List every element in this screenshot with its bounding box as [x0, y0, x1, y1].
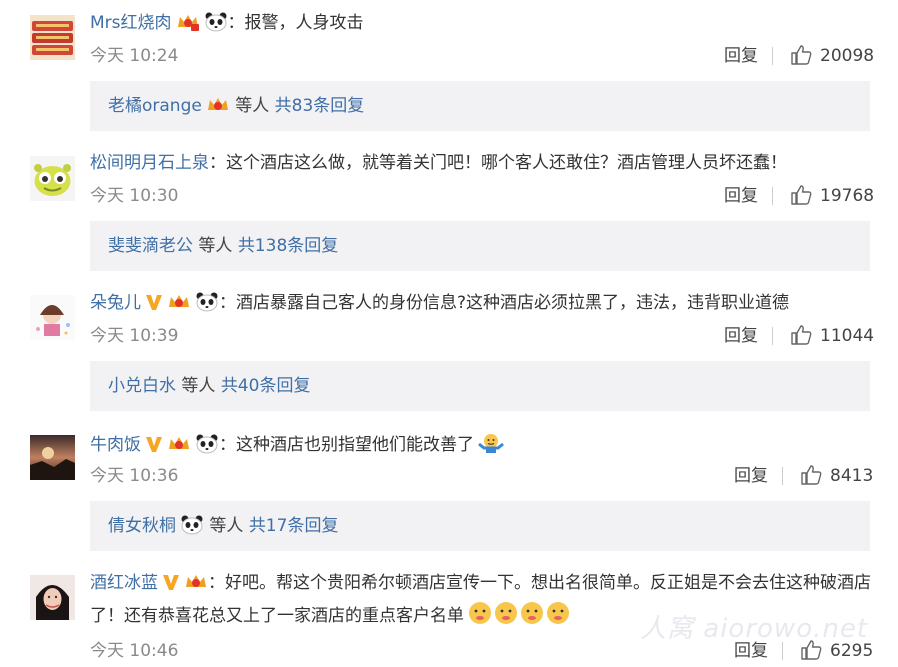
sub-reply-mid: 等人	[235, 96, 270, 116]
comment-item: 朵兔儿 ：酒店暴露自己客人的身份信息?这种酒店必须拉黑了，违法，违背职业道德 今天…	[0, 280, 898, 420]
thumbs-up-icon[interactable]	[800, 464, 822, 490]
comment-username[interactable]: 牛肉饭	[90, 435, 141, 455]
avatar[interactable]	[30, 435, 75, 480]
comment-username[interactable]: Mrs红烧肉	[90, 13, 172, 33]
sub-reply-user[interactable]: 倩女秋桐	[108, 516, 176, 536]
reply-button[interactable]: 回复	[724, 325, 758, 347]
divider	[772, 327, 773, 345]
divider	[772, 187, 773, 205]
sub-reply-count-link[interactable]: 共138条回复	[238, 236, 338, 256]
shrug-emoji-icon	[478, 432, 504, 460]
comment-line: 牛肉饭 ：这种酒店也别指望他们能改善了	[90, 432, 878, 460]
comment-time: 今天 10:36	[90, 466, 179, 486]
comment-text: ：这种酒店也别指望他们能改善了	[219, 435, 474, 455]
sub-reply-mid: 等人	[198, 236, 233, 256]
sub-reply-count-link[interactable]: 共17条回复	[249, 516, 339, 536]
comment-text: ：酒店暴露自己客人的身份信息?这种酒店必须拉黑了，违法，违背职业道德	[219, 293, 790, 313]
sub-replies-summary: 老橘orange 等人 共83条回复	[108, 95, 364, 121]
sub-reply-count-link[interactable]: 共83条回复	[275, 96, 365, 116]
vip-crown-icon[interactable]	[167, 434, 191, 460]
comment-text: ：报警，人身攻击	[227, 13, 364, 33]
avatar[interactable]	[30, 15, 75, 60]
embarrassed-emoji-icon	[468, 601, 572, 634]
panda-icon	[204, 12, 228, 38]
vip-crown-icon[interactable]	[167, 292, 191, 318]
sub-reply-user[interactable]: 斐斐滴老公	[108, 236, 193, 256]
sub-replies-box[interactable]: 老橘orange 等人 共83条回复	[90, 81, 870, 131]
comment-item: 牛肉饭 ：这种酒店也别指望他们能改善了 今天 10:36 回复 8413 倩女秋桐…	[0, 420, 898, 560]
comment-time: 今天 10:24	[90, 46, 179, 66]
sub-reply-mid: 等人	[181, 376, 216, 396]
like-count: 8413	[830, 466, 874, 486]
comment-line: 朵兔儿 ：酒店暴露自己客人的身份信息?这种酒店必须拉黑了，违法，违背职业道德	[90, 292, 878, 318]
sub-replies-box[interactable]: 斐斐滴老公 等人 共138条回复	[90, 221, 870, 271]
comment-text: ：这个酒店这么做，就等着关门吧！哪个客人还敢住？酒店管理人员坏还蠢！	[209, 153, 787, 173]
comment-username[interactable]: 酒红冰蓝	[90, 573, 158, 593]
reply-button[interactable]: 回复	[724, 185, 758, 207]
divider	[782, 467, 783, 485]
comment-username[interactable]: 松间明月石上泉	[90, 153, 209, 173]
comment-line: 松间明月石上泉：这个酒店这么做，就等着关门吧！哪个客人还敢住？酒店管理人员坏还蠢…	[90, 152, 878, 174]
sub-replies-summary: 小兑白水 等人 共40条回复	[108, 375, 310, 397]
comment-item: Mrs红烧肉 ：报警，人身攻击 今天 10:24 回复 20098 老橘orang…	[0, 0, 898, 140]
comment-username[interactable]: 朵兔儿	[90, 293, 141, 313]
verified-v-icon[interactable]	[145, 292, 163, 318]
thumbs-up-icon[interactable]	[790, 44, 812, 70]
comment-time: 今天 10:39	[90, 326, 179, 346]
like-count: 11044	[820, 326, 875, 346]
like-count: 19768	[820, 186, 875, 206]
thumbs-up-icon[interactable]	[790, 324, 812, 350]
panda-icon	[195, 434, 219, 460]
divider	[772, 47, 773, 65]
verified-v-icon[interactable]	[145, 434, 163, 460]
vip-crown-icon[interactable]	[184, 572, 208, 601]
sub-reply-user[interactable]: 老橘orange	[108, 96, 202, 116]
sub-replies-summary: 倩女秋桐 等人 共17条回复	[108, 515, 338, 541]
avatar[interactable]	[30, 295, 75, 340]
vip-crown-icon[interactable]	[176, 12, 200, 38]
comment-line: Mrs红烧肉 ：报警，人身攻击	[90, 12, 878, 38]
comment-time: 今天 10:46	[90, 641, 179, 661]
sub-reply-mid: 等人	[209, 516, 244, 536]
sub-reply-user[interactable]: 小兑白水	[108, 376, 176, 396]
sub-reply-count-link[interactable]: 共40条回复	[221, 376, 311, 396]
comment-item: 松间明月石上泉：这个酒店这么做，就等着关门吧！哪个客人还敢住？酒店管理人员坏还蠢…	[0, 140, 898, 280]
like-count: 20098	[820, 46, 875, 66]
verified-v-icon[interactable]	[162, 572, 180, 601]
reply-button[interactable]: 回复	[734, 465, 768, 487]
thumbs-up-icon[interactable]	[790, 184, 812, 210]
vip-crown-icon	[206, 95, 230, 121]
sub-replies-box[interactable]: 小兑白水 等人 共40条回复	[90, 361, 870, 411]
watermark: 人窝 aiorowo.net	[640, 614, 869, 644]
sub-replies-summary: 斐斐滴老公 等人 共138条回复	[108, 235, 338, 257]
comment-time: 今天 10:30	[90, 186, 179, 206]
panda-icon	[195, 292, 219, 318]
sub-replies-box[interactable]: 倩女秋桐 等人 共17条回复	[90, 501, 870, 551]
avatar[interactable]	[30, 575, 75, 620]
avatar[interactable]	[30, 156, 75, 201]
reply-button[interactable]: 回复	[724, 45, 758, 67]
panda-icon	[180, 515, 204, 541]
